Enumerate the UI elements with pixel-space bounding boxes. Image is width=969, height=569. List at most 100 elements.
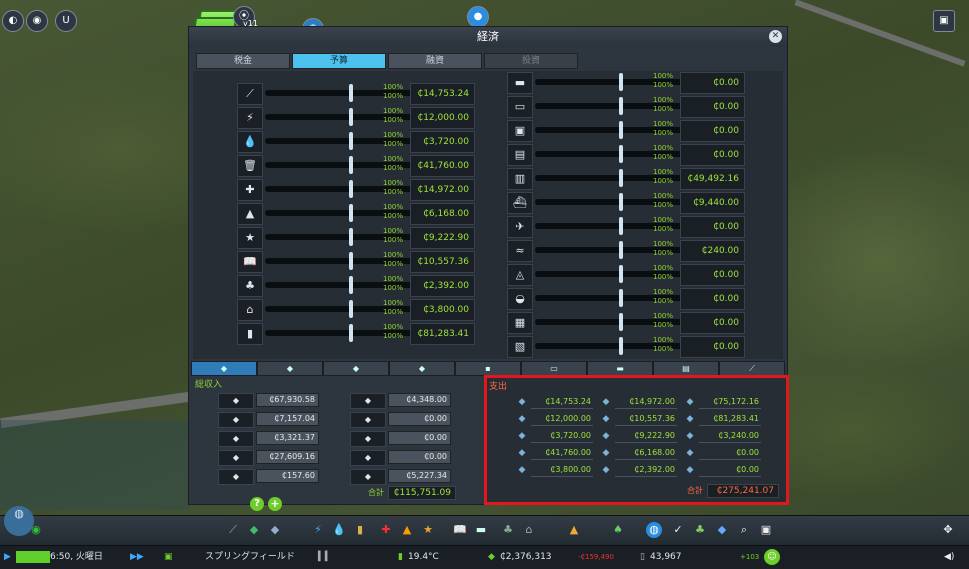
fire-tool-icon[interactable]: ▲: [399, 522, 415, 538]
city-name[interactable]: スプリングフィールド: [205, 550, 295, 564]
main-toolbar: ◍ ◉ ⟋ ◆ ◆ ⚡ 💧 ▮ ✚ ▲ ★ 📖 ▬ ♣ ⌂ ▲ ♠ ◍ ✓ ♣ …: [0, 506, 969, 546]
speed-icon[interactable]: ▶▶: [130, 550, 144, 564]
park-income-icon: ◆: [350, 431, 386, 447]
areas-icon[interactable]: ♣: [692, 522, 708, 538]
budget-slider-handle[interactable]: [349, 156, 353, 174]
category-tab-commercial[interactable]: ◆: [323, 361, 389, 376]
landscaping-tool-icon[interactable]: ▲: [566, 522, 582, 538]
budget-slider-handle[interactable]: [349, 252, 353, 270]
budget-slider-handle[interactable]: [349, 204, 353, 222]
budget-slider-handle[interactable]: [619, 121, 623, 139]
road-icon: ◆: [518, 397, 526, 407]
expense-row: ◆ ₵12,000.00: [515, 413, 595, 427]
help-icon[interactable]: ?: [250, 497, 264, 511]
category-tab-tourism[interactable]: ▤: [653, 361, 719, 376]
road-icon: ⟋: [237, 83, 263, 105]
chirper-button[interactable]: ◉: [26, 10, 48, 32]
category-tab-roads[interactable]: ⟋: [719, 361, 785, 376]
budget-slider-handle[interactable]: [349, 228, 353, 246]
budget-slider-handle[interactable]: [619, 169, 623, 187]
map-view-icon[interactable]: ◆: [714, 522, 730, 538]
garbage-tool-icon[interactable]: ▮: [352, 522, 368, 538]
vehicle-icon[interactable]: ▣: [758, 522, 774, 538]
category-tab-transport[interactable]: ▬: [587, 361, 653, 376]
budget-slider-handle[interactable]: [619, 97, 623, 115]
healthcare-tool-icon[interactable]: ✚: [378, 522, 394, 538]
expense-row: ◆ ₵0.00: [683, 447, 763, 461]
income-row: ◆ ₵5,227.34: [350, 469, 451, 485]
status-bar: ▶ 6:50, 火曜日 ▶▶ ▣ スプリングフィールド ▍▍ ▮ 19.4°C …: [0, 545, 969, 569]
city-menu-icon[interactable]: ◉: [28, 522, 44, 538]
budget-percentages: 100% 100%: [653, 216, 673, 234]
temperature-icon: ▮: [398, 552, 403, 562]
budget-slider-handle[interactable]: [619, 73, 623, 91]
budget-day-percent: 100%: [653, 96, 674, 104]
budget-slider-handle[interactable]: [619, 193, 623, 211]
budget-slider-handle[interactable]: [619, 313, 623, 331]
zoning-tool-icon[interactable]: ◆: [246, 522, 262, 538]
tab-taxes[interactable]: 税金: [196, 53, 290, 69]
budget-slider-handle[interactable]: [349, 132, 353, 150]
budget-slider-handle[interactable]: [349, 276, 353, 294]
budget-slider-handle[interactable]: [619, 265, 623, 283]
plane-icon: ✈: [507, 216, 533, 238]
category-tab-office[interactable]: ▪: [455, 361, 521, 376]
camera-button[interactable]: ▣: [933, 10, 955, 32]
chirper-bird-icon[interactable]: ●: [467, 6, 489, 28]
budget-slider-handle[interactable]: [619, 241, 623, 259]
budget-slider-handle[interactable]: [619, 145, 623, 163]
search-icon[interactable]: ⌕: [736, 522, 752, 538]
misc-icon: ◆: [686, 465, 694, 475]
transport-tool-icon[interactable]: ▬: [473, 522, 489, 538]
tab-budget[interactable]: 予算: [292, 53, 386, 69]
map-district: [0, 420, 190, 510]
roads-tool-icon[interactable]: ⟋: [225, 522, 241, 538]
police-tool-icon[interactable]: ★: [420, 522, 436, 538]
budget-percentages: 100% 100%: [383, 203, 403, 221]
budget-slider-handle[interactable]: [349, 300, 353, 318]
pause-icon[interactable]: ▍▍: [318, 550, 332, 564]
budget-slider-handle[interactable]: [619, 337, 623, 355]
budget-slider-handle[interactable]: [349, 84, 353, 102]
water-tool-icon[interactable]: 💧: [331, 522, 347, 538]
window-titlebar[interactable]: 経済 ✕: [189, 27, 787, 47]
tourism-income-icon: ◆: [350, 412, 386, 428]
expense-value: ₵75,172.16: [699, 396, 761, 409]
budget-slider-handle[interactable]: [349, 324, 353, 342]
transport-icon: ◆: [686, 397, 694, 407]
category-tab-industrial[interactable]: ◆: [389, 361, 455, 376]
sound-icon[interactable]: ◀): [944, 550, 954, 564]
districts-tool-icon[interactable]: ◆: [267, 522, 283, 538]
category-tab-education[interactable]: ▭: [521, 361, 587, 376]
unlock-button[interactable]: U: [55, 10, 77, 32]
budget-row: ✈ 100% 100% ₵0.00: [507, 216, 747, 238]
close-icon[interactable]: ✕: [769, 30, 782, 43]
monuments-tool-icon[interactable]: ⌂: [521, 522, 537, 538]
budget-percentages: 100% 100%: [653, 288, 673, 306]
budget-value: ₵0.00: [680, 120, 745, 142]
budget-row: ★ 100% 100% ₵9,222.90: [237, 227, 477, 249]
electricity-tool-icon[interactable]: ⚡: [310, 522, 326, 538]
budget-slider-handle[interactable]: [349, 108, 353, 126]
game-time: 6:50, 火曜日: [50, 552, 103, 562]
policies-icon[interactable]: ✓: [670, 522, 686, 538]
tab-loans[interactable]: 融資: [388, 53, 482, 69]
parks-tool-icon[interactable]: ♣: [500, 522, 516, 538]
category-tab-residential[interactable]: ◆: [257, 361, 323, 376]
city-info-icon[interactable]: ▣: [164, 550, 173, 564]
info-views-button[interactable]: ◐: [2, 10, 24, 32]
move-camera-icon[interactable]: ✥: [940, 522, 956, 538]
budget-slider-handle[interactable]: [619, 217, 623, 235]
category-tab-overview[interactable]: ◆: [191, 361, 257, 376]
budget-row: 📖 100% 100% ₵10,557.36: [237, 251, 477, 273]
education-tool-icon[interactable]: 📖: [452, 522, 468, 538]
budget-slider-handle[interactable]: [349, 180, 353, 198]
budget-night-percent: 100%: [383, 236, 404, 244]
bulldozer-icon[interactable]: ♠: [610, 522, 626, 538]
play-icon[interactable]: ▶: [4, 550, 11, 564]
add-icon[interactable]: +: [268, 497, 282, 511]
budget-value: ₵0.00: [680, 288, 745, 310]
economy-button-icon[interactable]: ◍: [646, 522, 662, 538]
budget-slider-handle[interactable]: [619, 289, 623, 307]
budget-percentages: 100% 100%: [383, 275, 403, 293]
